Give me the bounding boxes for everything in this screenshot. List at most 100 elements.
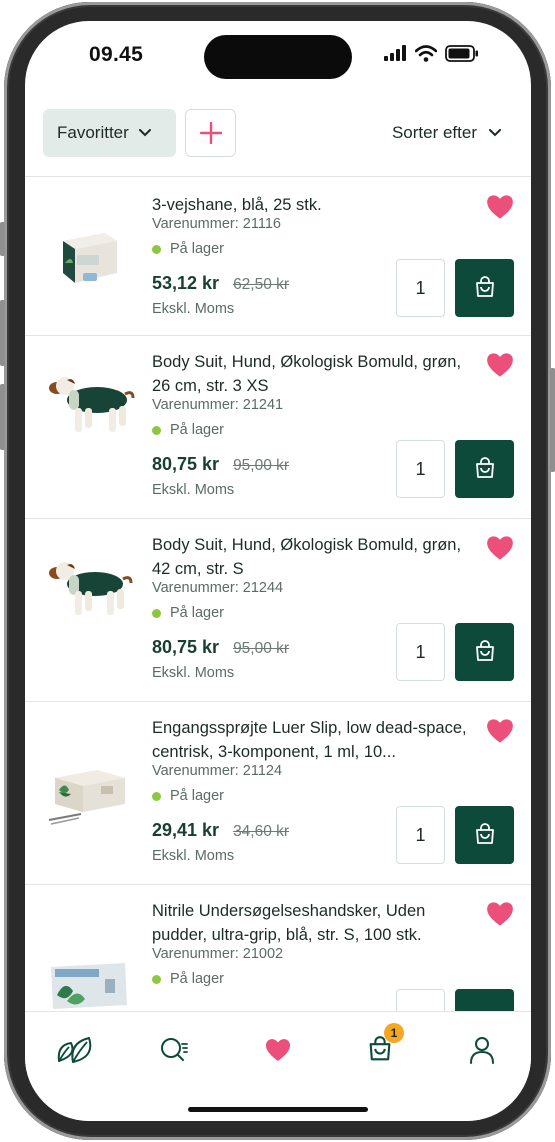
product-sku: Varenummer: 21002 <box>152 946 284 962</box>
favorite-heart-icon[interactable] <box>486 718 514 744</box>
stock-label: På lager <box>170 605 225 621</box>
nav-cart[interactable]: 1 <box>360 1023 404 1068</box>
status-bar: 09.45 <box>25 21 531 85</box>
toolbar: Favoritter Sorter efter <box>25 109 531 159</box>
vat-note: Ekskl. Moms <box>152 482 235 498</box>
favorites-dropdown-label: Favoritter <box>57 123 129 142</box>
stock-label: På lager <box>170 241 225 257</box>
product-title[interactable]: 3-vejshane, blå, 25 stk. <box>152 193 477 217</box>
product-title[interactable]: Nitrile Undersøgelseshandsker, Uden pudd… <box>152 899 477 947</box>
product-price: 80,75 kr <box>152 454 220 474</box>
cart-icon <box>475 276 494 297</box>
user-icon <box>470 1037 494 1064</box>
product-price: 53,12 kr <box>152 273 220 293</box>
stock-label: På lager <box>170 971 225 987</box>
product-image-syringe-box <box>48 770 125 825</box>
product-sku: Varenummer: 21244 <box>152 580 284 596</box>
quantity-input[interactable]: 1 <box>396 259 445 317</box>
stock-dot <box>152 244 161 254</box>
stock-status: På lager <box>152 422 224 438</box>
add-to-cart-button[interactable] <box>455 806 514 864</box>
stock-status: På lager <box>152 241 224 257</box>
status-time: 09.45 <box>89 43 144 66</box>
vat-note: Ekskl. Moms <box>152 848 235 864</box>
product-title[interactable]: Body Suit, Hund, Økologisk Bomuld, grøn,… <box>152 350 477 398</box>
stock-dot <box>152 608 161 618</box>
home-leaf-icon <box>57 1037 92 1063</box>
side-button-left-1 <box>0 222 5 256</box>
heart-icon <box>266 1039 290 1061</box>
product-item[interactable]: Body Suit, Hund, Økologisk Bomuld, grøn,… <box>25 336 531 519</box>
search-icon <box>161 1038 188 1061</box>
product-image-dog <box>49 562 133 615</box>
cart-icon <box>475 640 494 661</box>
nav-home[interactable] <box>55 1032 95 1068</box>
price-row: 80,75 kr 95,00 kr <box>152 454 289 475</box>
quantity-input[interactable]: 1 <box>396 806 445 864</box>
bottom-nav: 1 <box>25 1011 531 1121</box>
product-sku: Varenummer: 21124 <box>152 763 283 779</box>
product-sku: Varenummer: 21116 <box>152 216 281 232</box>
chevron-down-icon <box>489 129 501 137</box>
nav-profile[interactable] <box>462 1032 502 1068</box>
stock-status: På lager <box>152 788 224 804</box>
add-to-cart-button[interactable] <box>455 259 514 317</box>
side-button-right <box>550 368 555 472</box>
favorite-heart-icon[interactable] <box>486 901 514 927</box>
plus-icon <box>199 122 222 144</box>
favorite-heart-icon[interactable] <box>486 535 514 561</box>
product-title[interactable]: Body Suit, Hund, Økologisk Bomuld, grøn,… <box>152 533 477 581</box>
price-row: 29,41 kr 34,60 kr <box>152 820 289 841</box>
price-row: 80,75 kr 95,00 kr <box>152 637 289 658</box>
status-icons <box>383 43 479 63</box>
product-price: 80,75 kr <box>152 637 220 657</box>
vat-note: Ekskl. Moms <box>152 665 235 681</box>
product-old-price: 95,00 kr <box>233 640 290 657</box>
dynamic-island <box>204 35 352 79</box>
favorites-dropdown[interactable]: Favoritter <box>43 109 176 157</box>
nav-search[interactable] <box>155 1032 195 1068</box>
chevron-down-icon <box>138 129 151 137</box>
wifi-icon <box>415 44 437 62</box>
product-image-box <box>63 233 117 283</box>
cart-icon <box>475 457 494 478</box>
add-list-button[interactable] <box>185 109 236 157</box>
cart-badge: 1 <box>384 1023 404 1043</box>
sort-dropdown-label: Sorter efter <box>391 123 477 142</box>
stock-label: På lager <box>170 788 225 804</box>
product-item[interactable]: Body Suit, Hund, Økologisk Bomuld, grøn,… <box>25 519 531 702</box>
product-list: 3-vejshane, blå, 25 stk. Varenummer: 211… <box>25 176 531 1068</box>
quantity-input[interactable]: 1 <box>396 440 445 498</box>
cart-icon <box>475 823 494 844</box>
signal-icon <box>384 45 406 61</box>
sort-dropdown[interactable]: Sorter efter <box>392 109 501 157</box>
vat-note: Ekskl. Moms <box>152 301 235 317</box>
product-item[interactable]: 3-vejshane, blå, 25 stk. Varenummer: 211… <box>25 177 531 336</box>
product-image-dog <box>49 377 135 432</box>
add-to-cart-button[interactable] <box>455 440 514 498</box>
favorite-heart-icon[interactable] <box>486 352 514 378</box>
side-button-left-2 <box>0 300 5 366</box>
stock-dot <box>152 974 161 984</box>
add-to-cart-button[interactable] <box>455 623 514 681</box>
stock-status: På lager <box>152 605 224 621</box>
side-button-left-3 <box>0 384 5 450</box>
product-item[interactable]: Engangssprøjte Luer Slip, low dead-space… <box>25 702 531 885</box>
product-old-price: 62,50 kr <box>233 276 290 293</box>
stock-status: På lager <box>152 971 224 987</box>
price-row: 53,12 kr 62,50 kr <box>152 273 289 294</box>
app-screen: 09.45 Favoritter Sorter efter 3-vejshane… <box>25 21 531 1121</box>
product-price: 29,41 kr <box>152 820 220 840</box>
stock-label: På lager <box>170 422 225 438</box>
battery-icon <box>445 44 478 62</box>
home-indicator[interactable] <box>188 1107 368 1112</box>
quantity-input[interactable]: 1 <box>396 623 445 681</box>
product-title[interactable]: Engangssprøjte Luer Slip, low dead-space… <box>152 716 477 764</box>
product-sku: Varenummer: 21241 <box>152 397 284 413</box>
favorite-heart-icon[interactable] <box>486 194 514 220</box>
nav-favorites[interactable] <box>258 1032 298 1068</box>
product-old-price: 95,00 kr <box>233 457 290 474</box>
product-old-price: 34,60 kr <box>233 823 290 840</box>
stock-dot <box>152 425 161 435</box>
stock-dot <box>152 791 161 801</box>
